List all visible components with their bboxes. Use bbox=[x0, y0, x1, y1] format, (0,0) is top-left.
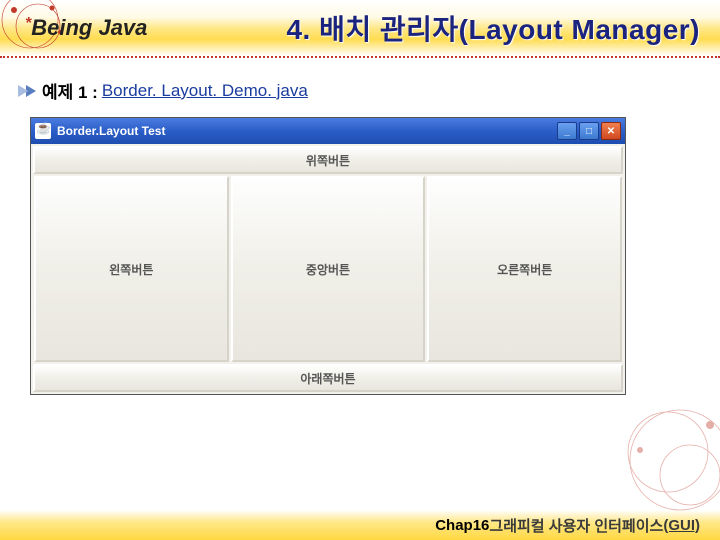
chapter-label: Chap16 bbox=[435, 517, 489, 534]
bullet-prefix: 예제 1 : bbox=[42, 78, 98, 103]
content-area: 예제 1 : Border. Layout. Demo. java Border… bbox=[0, 58, 720, 407]
center-button[interactable]: 중앙버튼 bbox=[231, 176, 426, 362]
window-title: Border.Layout Test bbox=[57, 124, 165, 138]
bullet-item: 예제 1 : Border. Layout. Demo. java bbox=[26, 78, 694, 103]
slide-footer: Chap16 그래피컬 사용자 인터페이스 (GUI) bbox=[0, 510, 720, 540]
window-controls: _ □ ✕ bbox=[557, 122, 621, 140]
border-layout-demo: 위쪽버튼 왼쪽버튼 중앙버튼 오른쪽버튼 아래쪽버튼 bbox=[31, 144, 625, 394]
west-button[interactable]: 왼쪽버튼 bbox=[34, 176, 229, 362]
close-button[interactable]: ✕ bbox=[601, 122, 621, 140]
footer-tag: (GUI) bbox=[663, 517, 700, 534]
slide-title: 4. 배치 관리자(Layout Manager) bbox=[286, 8, 700, 48]
south-button[interactable]: 아래쪽버튼 bbox=[33, 364, 623, 392]
decorative-circles-right bbox=[580, 400, 720, 520]
logo: *Being Java bbox=[25, 15, 147, 41]
logo-text: Being Java bbox=[31, 15, 147, 40]
middle-row: 왼쪽버튼 중앙버튼 오른쪽버튼 bbox=[33, 174, 623, 364]
example-link[interactable]: Border. Layout. Demo. java bbox=[102, 81, 308, 101]
maximize-button[interactable]: □ bbox=[579, 122, 599, 140]
bullet-arrow-icon bbox=[26, 85, 36, 97]
east-button[interactable]: 오른쪽버튼 bbox=[427, 176, 622, 362]
java-cup-icon bbox=[35, 123, 51, 139]
window-titlebar: Border.Layout Test _ □ ✕ bbox=[31, 118, 625, 144]
north-button[interactable]: 위쪽버튼 bbox=[33, 146, 623, 174]
minimize-button[interactable]: _ bbox=[557, 122, 577, 140]
demo-window: Border.Layout Test _ □ ✕ 위쪽버튼 왼쪽버튼 중앙버튼 … bbox=[30, 117, 626, 395]
footer-text: 그래피컬 사용자 인터페이스 bbox=[489, 515, 663, 536]
slide-header: *Being Java 4. 배치 관리자(Layout Manager) bbox=[0, 0, 720, 58]
